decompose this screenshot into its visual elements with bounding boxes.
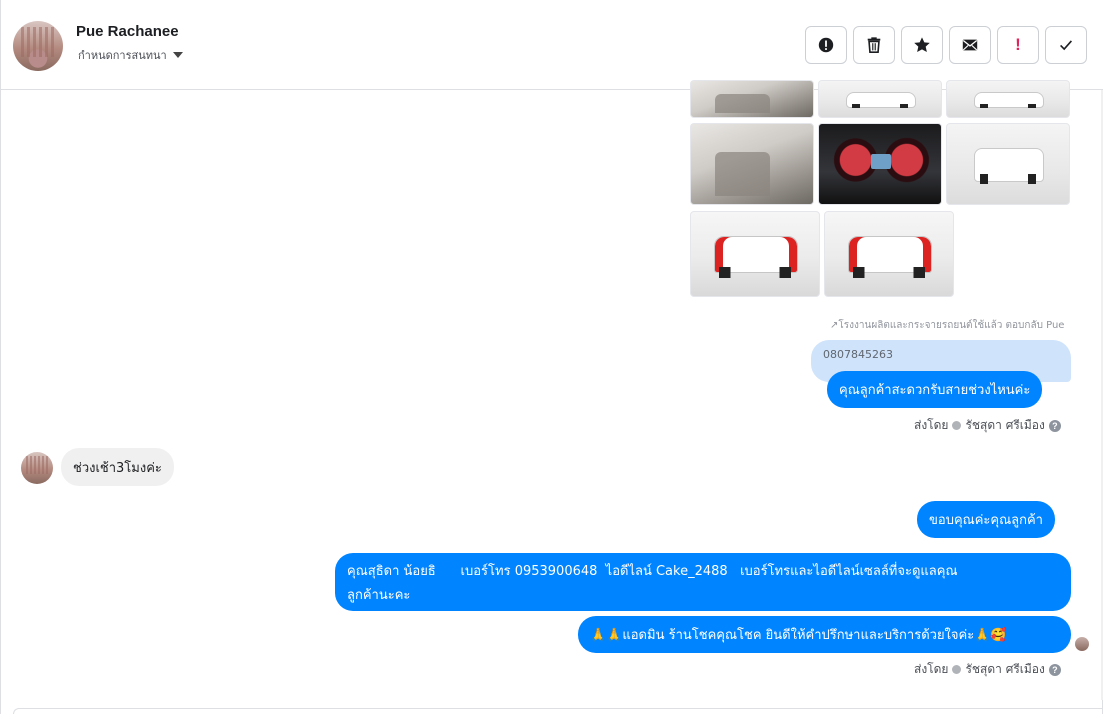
composer-edge — [13, 708, 1103, 714]
sender-name[interactable]: รัชสุดา ศรีเมือง — [965, 416, 1044, 435]
message-text: 🙏🙏แอดมิน ร้านโชคคุณโชค ยินดีให้คำปรึกษาแ… — [590, 628, 1007, 643]
sent-by-info: ส่งโดย รัชสุดา ศรีเมือง ? — [914, 416, 1061, 435]
message-text-line: คุณสุธิดา น้อยธิ เบอร์โทร 0953900648 ไอด… — [347, 563, 958, 579]
page-icon — [952, 421, 962, 430]
message-text: ช่วงเช้า3โมงค่ะ — [73, 460, 162, 476]
outgoing-message[interactable]: ขอบคุณค่ะคุณลูกค้า — [917, 501, 1055, 538]
reply-meta-text: โรงงานผลิตและกระจายรถยนต์ใช้แล้ว ตอบกลับ… — [838, 320, 1065, 331]
car-photo-6[interactable] — [946, 123, 1070, 205]
messenger-conversation: Pue Rachanee กำหนดการสนทนา ! ↗โรงงานผลิต… — [0, 0, 1103, 714]
page-icon — [952, 665, 962, 674]
reply-quote-text: 0807845263 — [823, 348, 893, 361]
car-photo-7[interactable] — [690, 211, 820, 297]
sent-by-label: ส่งโดย — [914, 662, 949, 676]
sender-name[interactable]: รัชสุดา ศรีเมือง — [965, 660, 1044, 679]
car-photo-5[interactable] — [818, 123, 942, 205]
message-text: คุณลูกค้าสะดวกรับสายช่วงไหนค่ะ — [839, 383, 1031, 398]
help-icon[interactable]: ? — [1048, 419, 1061, 432]
message-text: ขอบคุณค่ะคุณลูกค้า — [929, 513, 1043, 528]
sent-by-label: ส่งโดย — [914, 418, 949, 432]
help-icon[interactable]: ? — [1048, 663, 1061, 676]
outgoing-message[interactable]: คุณลูกค้าสะดวกรับสายช่วงไหนค่ะ — [827, 371, 1043, 408]
seen-avatar — [1075, 637, 1089, 651]
message-text-line: ลูกค้านะคะ — [347, 587, 411, 603]
car-photo-4[interactable] — [690, 123, 814, 205]
outgoing-message[interactable]: คุณสุธิดา น้อยธิ เบอร์โทร 0953900648 ไอด… — [335, 553, 1071, 611]
sent-by-info: ส่งโดย รัชสุดา ศรีเมือง ? — [914, 660, 1061, 679]
outgoing-message[interactable]: 🙏🙏แอดมิน ร้านโชคคุณโชค ยินดีให้คำปรึกษาแ… — [578, 616, 1071, 653]
contact-avatar-small[interactable] — [21, 452, 53, 484]
reply-meta: ↗โรงงานผลิตและกระจายรถยนต์ใช้แล้ว ตอบกลั… — [830, 318, 1064, 333]
incoming-message[interactable]: ช่วงเช้า3โมงค่ะ — [61, 448, 174, 486]
car-photo-8[interactable] — [824, 211, 954, 297]
header-clip — [1, 0, 1103, 90]
